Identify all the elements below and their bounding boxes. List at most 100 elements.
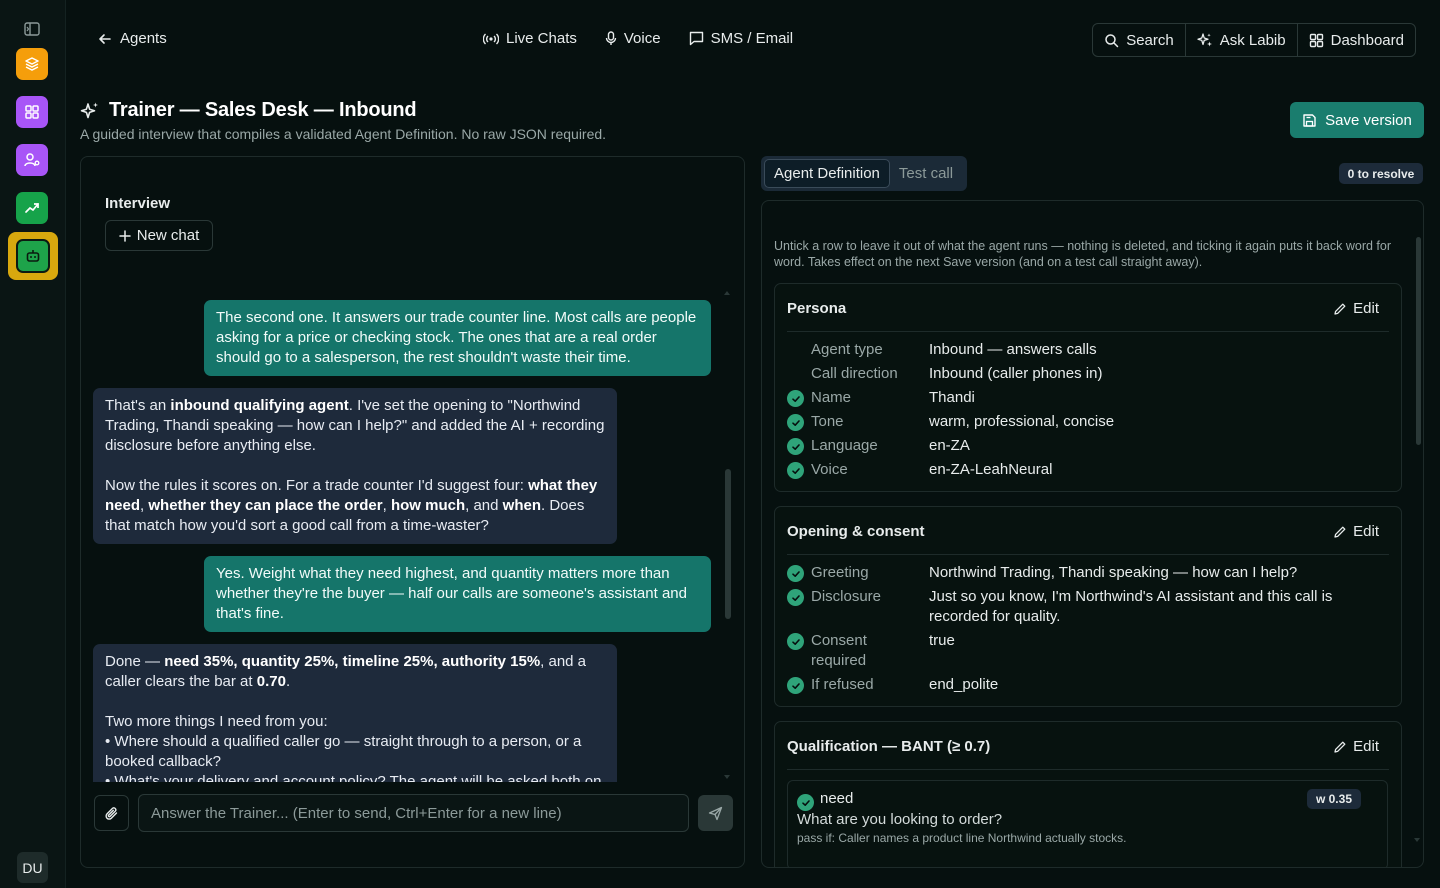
criterion-need: need w 0.35 What are you looking to orde… xyxy=(787,780,1388,867)
rail-app-widgets[interactable] xyxy=(16,96,48,128)
opening-edit-button[interactable]: Edit xyxy=(1333,523,1379,540)
weight-badge: w 0.35 xyxy=(1306,789,1361,809)
row-toggle[interactable] xyxy=(787,366,804,383)
persona-row-call-direction: Call direction Inbound (caller phones in… xyxy=(787,364,1359,384)
agent-definition-panel[interactable]: Untick a row to leave it out of what the… xyxy=(761,200,1424,868)
search-icon xyxy=(1104,33,1119,48)
opening-row-consent: Consent required true xyxy=(787,631,1359,671)
rail-app-contacts[interactable] xyxy=(16,144,48,176)
scroll-down-arrow[interactable] xyxy=(724,775,730,779)
qualification-card: Qualification — BANT (≥ 0.7) Edit need w… xyxy=(774,721,1402,867)
definition-tabs: Agent Definition Test call xyxy=(761,156,967,191)
opening-title: Opening & consent xyxy=(787,523,925,540)
search-button[interactable]: Search xyxy=(1093,24,1186,56)
divider xyxy=(787,331,1389,332)
sparkles-icon xyxy=(80,101,100,121)
channel-nav: Live Chats Voice SMS / Email xyxy=(483,30,793,47)
rail-app-analytics[interactable] xyxy=(16,192,48,224)
tab-test-call[interactable]: Test call xyxy=(890,159,962,188)
persona-row-voice: Voice en-ZA-LeahNeural xyxy=(787,460,1359,480)
paperclip-icon xyxy=(104,806,119,821)
page-heading: Trainer — Sales Desk — Inbound xyxy=(109,99,417,121)
persona-row-tone: Tone warm, professional, concise xyxy=(787,412,1359,432)
criterion-name: need xyxy=(820,790,854,807)
send-icon xyxy=(708,806,723,821)
persona-title: Persona xyxy=(787,300,847,317)
trending-up-icon xyxy=(24,200,40,216)
criterion-question: What are you looking to order? xyxy=(797,811,1003,828)
message-icon xyxy=(689,31,704,46)
pencil-icon xyxy=(1333,740,1347,754)
pencil-icon xyxy=(1333,525,1347,539)
layers-icon xyxy=(24,56,40,72)
interview-panel: Interview New chat The second one. It an… xyxy=(80,156,745,868)
user-settings-icon xyxy=(24,152,40,168)
user-message: The second one. It answers our trade cou… xyxy=(204,300,711,376)
chat-transcript[interactable]: The second one. It answers our trade cou… xyxy=(81,292,744,782)
chat-scrollbar[interactable] xyxy=(725,469,731,619)
ask-labib-button[interactable]: Ask Labib xyxy=(1186,24,1298,56)
answer-input[interactable] xyxy=(138,794,689,832)
trainer-message: Done — need 35%, quantity 25%, timeline … xyxy=(93,644,617,782)
nav-voice[interactable]: Voice xyxy=(605,30,661,47)
nav-live-chats[interactable]: Live Chats xyxy=(483,30,577,47)
check-circle-icon[interactable] xyxy=(787,677,804,694)
qualification-title: Qualification — BANT (≥ 0.7) xyxy=(787,738,991,755)
pencil-icon xyxy=(1333,302,1347,316)
attach-button[interactable] xyxy=(94,795,129,831)
check-circle-icon[interactable] xyxy=(787,390,804,407)
save-version-button[interactable]: Save version xyxy=(1290,102,1424,138)
opening-row-disclosure: Disclosure Just so you know, I'm Northwi… xyxy=(787,587,1349,627)
divider xyxy=(787,769,1389,770)
definition-scroll-down-arrow[interactable] xyxy=(1414,838,1420,842)
resolve-count-badge: 0 to resolve xyxy=(1339,163,1423,184)
interview-title: Interview xyxy=(105,195,171,212)
widgets-icon xyxy=(24,104,40,120)
user-message: Yes. Weight what they need highest, and … xyxy=(204,556,711,632)
rail-app-agents[interactable] xyxy=(8,232,58,280)
sparkles-icon xyxy=(1197,32,1213,48)
left-rail: DU xyxy=(0,0,66,888)
plus-icon xyxy=(118,229,131,242)
definition-scrollbar[interactable] xyxy=(1416,237,1421,445)
qualification-edit-button[interactable]: Edit xyxy=(1333,738,1379,755)
broadcast-icon xyxy=(483,32,499,46)
sidebar-toggle-icon[interactable] xyxy=(24,22,42,38)
avatar[interactable]: DU xyxy=(17,852,48,883)
opening-consent-card: Opening & consent Edit Greeting Northwin… xyxy=(774,506,1402,707)
tab-agent-definition[interactable]: Agent Definition xyxy=(764,159,890,188)
persona-card: Persona Edit Agent type Inbound — answer… xyxy=(774,283,1402,492)
persona-row-name: Name Thandi xyxy=(787,388,1359,408)
send-button[interactable] xyxy=(698,795,733,831)
check-circle-icon[interactable] xyxy=(787,589,804,606)
new-chat-button[interactable]: New chat xyxy=(105,220,213,251)
check-circle-icon[interactable] xyxy=(787,565,804,582)
check-circle-icon[interactable] xyxy=(797,794,814,811)
persona-row-language: Language en-ZA xyxy=(787,436,1359,456)
row-toggle[interactable] xyxy=(787,342,804,359)
back-to-agents-link[interactable]: Agents xyxy=(98,30,167,47)
criterion-pass-rule: pass if: Caller names a product line Nor… xyxy=(797,831,1127,845)
divider xyxy=(787,554,1389,555)
rail-app-layers[interactable] xyxy=(16,48,48,80)
microphone-icon xyxy=(605,31,617,46)
top-bar: Agents Live Chats Voice SMS / Email Sear… xyxy=(66,0,1440,80)
trainer-message: That's an inbound qualifying agent. I've… xyxy=(93,388,617,544)
check-circle-icon[interactable] xyxy=(787,414,804,431)
opening-row-greeting: Greeting Northwind Trading, Thandi speak… xyxy=(787,563,1359,583)
top-actions: Search Ask Labib Dashboard xyxy=(1092,23,1416,57)
check-circle-icon[interactable] xyxy=(787,633,804,650)
check-circle-icon[interactable] xyxy=(787,438,804,455)
grid-icon xyxy=(1309,33,1324,48)
nav-sms-email[interactable]: SMS / Email xyxy=(689,30,793,47)
page-subtitle: A guided interview that compiles a valid… xyxy=(80,126,607,142)
opening-row-if-refused: If refused end_polite xyxy=(787,675,1359,695)
persona-edit-button[interactable]: Edit xyxy=(1333,300,1379,317)
check-circle-icon[interactable] xyxy=(787,462,804,479)
save-icon xyxy=(1302,113,1317,128)
robot-icon xyxy=(25,248,41,264)
scroll-up-arrow[interactable] xyxy=(724,291,730,295)
arrow-left-icon xyxy=(98,32,112,46)
definition-note: Untick a row to leave it out of what the… xyxy=(774,239,1392,269)
dashboard-button[interactable]: Dashboard xyxy=(1298,24,1415,56)
